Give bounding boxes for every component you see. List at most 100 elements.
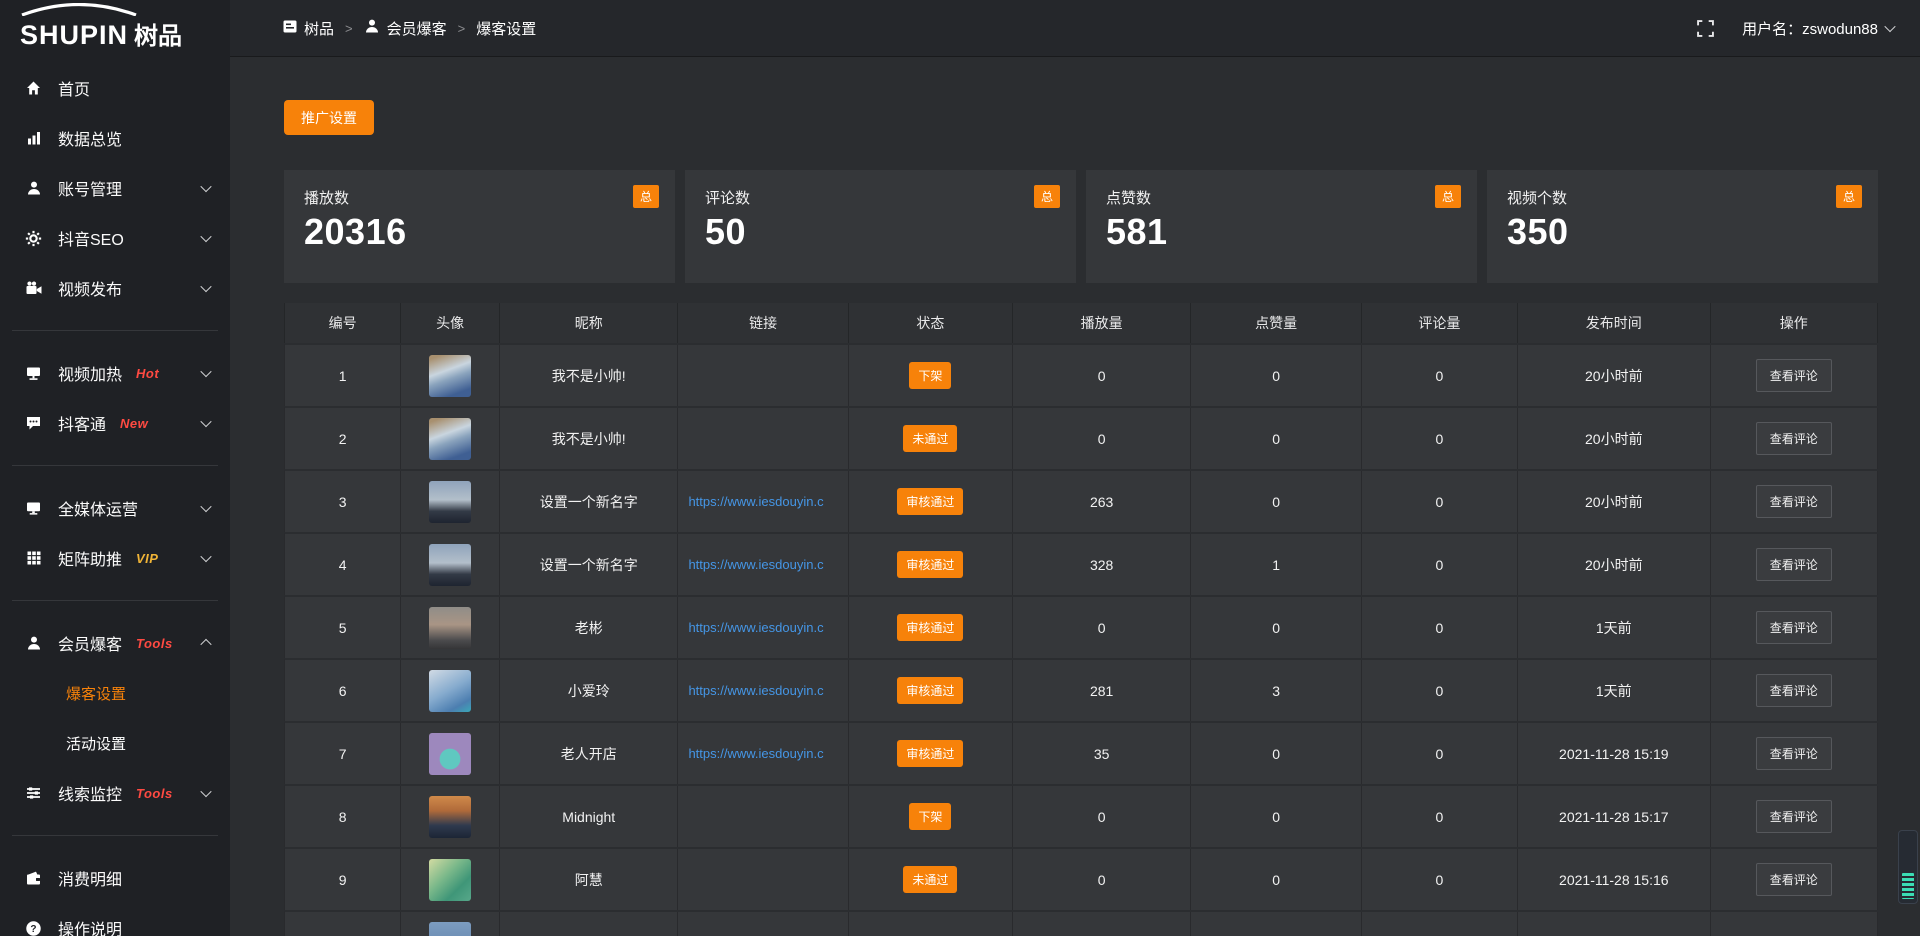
cell-id: 5 (285, 597, 401, 658)
sidebar-item-clue-monitor[interactable]: 线索监控Tools (0, 768, 230, 818)
stat-card-label: 视频个数 (1507, 187, 1858, 208)
cell-nickname: Midnight (500, 786, 678, 847)
sidebar-item-video-publish[interactable]: 视频发布 (0, 263, 230, 313)
avatar (429, 922, 471, 936)
cell-id: 9 (285, 849, 401, 910)
sidebar-item-account-management[interactable]: 账号管理 (0, 163, 230, 213)
view-comments-button[interactable]: 查看评论 (1756, 548, 1832, 581)
stat-card-label: 评论数 (705, 187, 1056, 208)
cell-nickname: 设置一个新名字 (500, 534, 678, 595)
cell-nickname: 我不是小帅! (500, 408, 678, 469)
cell-plays: 0 (1013, 345, 1191, 406)
monitor-icon (24, 500, 43, 517)
username-label: 用户名：zswodun88 (1742, 18, 1878, 39)
cell-comments: 0 (1362, 660, 1518, 721)
sidebar-item-label: 数据总览 (58, 126, 122, 150)
cell-link (678, 912, 848, 936)
sidebar-item-operation-guide[interactable]: ?操作说明 (0, 903, 230, 936)
sidebar-item-video-heating[interactable]: 视频加热 Hot (0, 348, 230, 398)
scroll-widget[interactable] (1898, 830, 1918, 904)
cell-likes (1191, 912, 1361, 936)
sidebar-subitem-activity-settings[interactable]: 活动设置 (0, 718, 230, 768)
sidebar-item-all-media-operation[interactable]: 全媒体运营 (0, 483, 230, 533)
sidebar-item-douyin-seo[interactable]: 抖音SEO (0, 213, 230, 263)
cell-link (678, 408, 848, 469)
column-header: 操作 (1711, 303, 1878, 343)
logo-arc (18, 3, 140, 16)
view-comments-button[interactable]: 查看评论 (1756, 800, 1832, 833)
cell-status: 审核通过 (849, 597, 1013, 658)
table-row: 8Midnight下架0002021-11-28 15:17查看评论 (284, 784, 1878, 847)
cell-avatar (401, 912, 500, 936)
username-menu[interactable]: 用户名：zswodun88 (1742, 18, 1894, 39)
stat-card-total-badge: 总 (1836, 185, 1862, 208)
sidebar-item-tag: VIP (136, 551, 158, 566)
sidebar-item-matrix-boost[interactable]: 矩阵助推VIP (0, 533, 230, 583)
sidebar-item-tag: Hot (136, 366, 159, 381)
cell-comments: 0 (1362, 723, 1518, 784)
video-link[interactable]: https://www.iesdouyin.c (688, 620, 823, 635)
cell-link: https://www.iesdouyin.c (678, 723, 848, 784)
video-link[interactable]: https://www.iesdouyin.c (688, 683, 823, 698)
cell-link: https://www.iesdouyin.c (678, 471, 848, 532)
view-comments-button[interactable]: 查看评论 (1756, 737, 1832, 770)
app-window: SHUPIN 树品 首页数据总览账号管理抖音SEO 视频发布视频加热 Hot 抖客通N… (0, 0, 1920, 936)
sidebar-item-tag: Tools (136, 636, 173, 651)
cell-avatar (401, 471, 500, 532)
sidebar-item-data-overview[interactable]: 数据总览 (0, 113, 230, 163)
cell-id: 3 (285, 471, 401, 532)
cell-likes: 0 (1191, 345, 1361, 406)
sidebar-item-douketong[interactable]: 抖客通New (0, 398, 230, 448)
stat-card-3: 视频个数 350 总 (1487, 170, 1878, 283)
view-comments-button[interactable]: 查看评论 (1756, 359, 1832, 392)
fullscreen-icon[interactable] (1697, 20, 1714, 37)
sidebar-subitem-baoke-settings[interactable]: 爆客设置 (0, 668, 230, 718)
video-link[interactable]: https://www.iesdouyin.c (688, 557, 823, 572)
column-header: 发布时间 (1518, 303, 1711, 343)
cell-comments (1362, 912, 1518, 936)
avatar (429, 733, 471, 775)
breadcrumb-item-member-baoke[interactable]: 会员爆客 (364, 18, 447, 39)
cell-publish-time: 20小时前 (1518, 345, 1711, 406)
view-comments-button[interactable]: 查看评论 (1756, 674, 1832, 707)
view-comments-button[interactable]: 查看评论 (1756, 422, 1832, 455)
main-area: 树品>会员爆客>爆客设置 用户名：zswodun88 推广设置 播放数20316… (230, 0, 1920, 936)
cell-comments: 0 (1362, 597, 1518, 658)
chevron-down-icon (202, 419, 210, 427)
view-comments-button[interactable]: 查看评论 (1756, 863, 1832, 896)
avatar (429, 355, 471, 397)
column-header: 编号 (285, 303, 401, 343)
column-header: 昵称 (500, 303, 678, 343)
sidebar-item-consume-details[interactable]: 消费明细 (0, 853, 230, 903)
view-comments-button[interactable]: 查看评论 (1756, 611, 1832, 644)
user-icon (364, 18, 380, 38)
stat-card-value: 350 (1507, 211, 1858, 253)
sidebar-item-label: 视频发布 (58, 276, 122, 300)
avatar (429, 670, 471, 712)
cell-publish-time: 20小时前 (1518, 471, 1711, 532)
promo-settings-button[interactable]: 推广设置 (284, 100, 374, 135)
cell-action: 查看评论 (1711, 408, 1878, 469)
status-badge: 审核通过 (897, 740, 963, 767)
cell-comments: 0 (1362, 786, 1518, 847)
cell-likes: 0 (1191, 471, 1361, 532)
table-row: 9阿慧未通过0002021-11-28 15:16查看评论 (284, 847, 1878, 910)
video-link[interactable]: https://www.iesdouyin.c (688, 494, 823, 509)
logo[interactable]: SHUPIN 树品 (0, 0, 230, 57)
cell-nickname: 老人开店 (500, 723, 678, 784)
cell-plays: 328 (1013, 534, 1191, 595)
breadcrumb-item-baoke-settings[interactable]: 爆客设置 (476, 18, 536, 39)
view-comments-button[interactable]: 查看评论 (1756, 485, 1832, 518)
status-badge: 未通过 (903, 866, 957, 893)
video-link[interactable]: https://www.iesdouyin.c (688, 746, 823, 761)
cell-nickname: 小爱玲 (500, 660, 678, 721)
sidebar-item-home[interactable]: 首页 (0, 63, 230, 113)
sidebar-item-label: 视频加热 (58, 361, 122, 385)
cell-comments: 0 (1362, 849, 1518, 910)
sidebar-item-member-baoke[interactable]: 会员爆客Tools (0, 618, 230, 668)
cell-likes: 1 (1191, 534, 1361, 595)
breadcrumb-item-shupin[interactable]: 树品 (283, 18, 334, 39)
column-header: 状态 (849, 303, 1013, 343)
cell-status: 审核通过 (849, 471, 1013, 532)
cell-link: https://www.iesdouyin.c (678, 660, 848, 721)
